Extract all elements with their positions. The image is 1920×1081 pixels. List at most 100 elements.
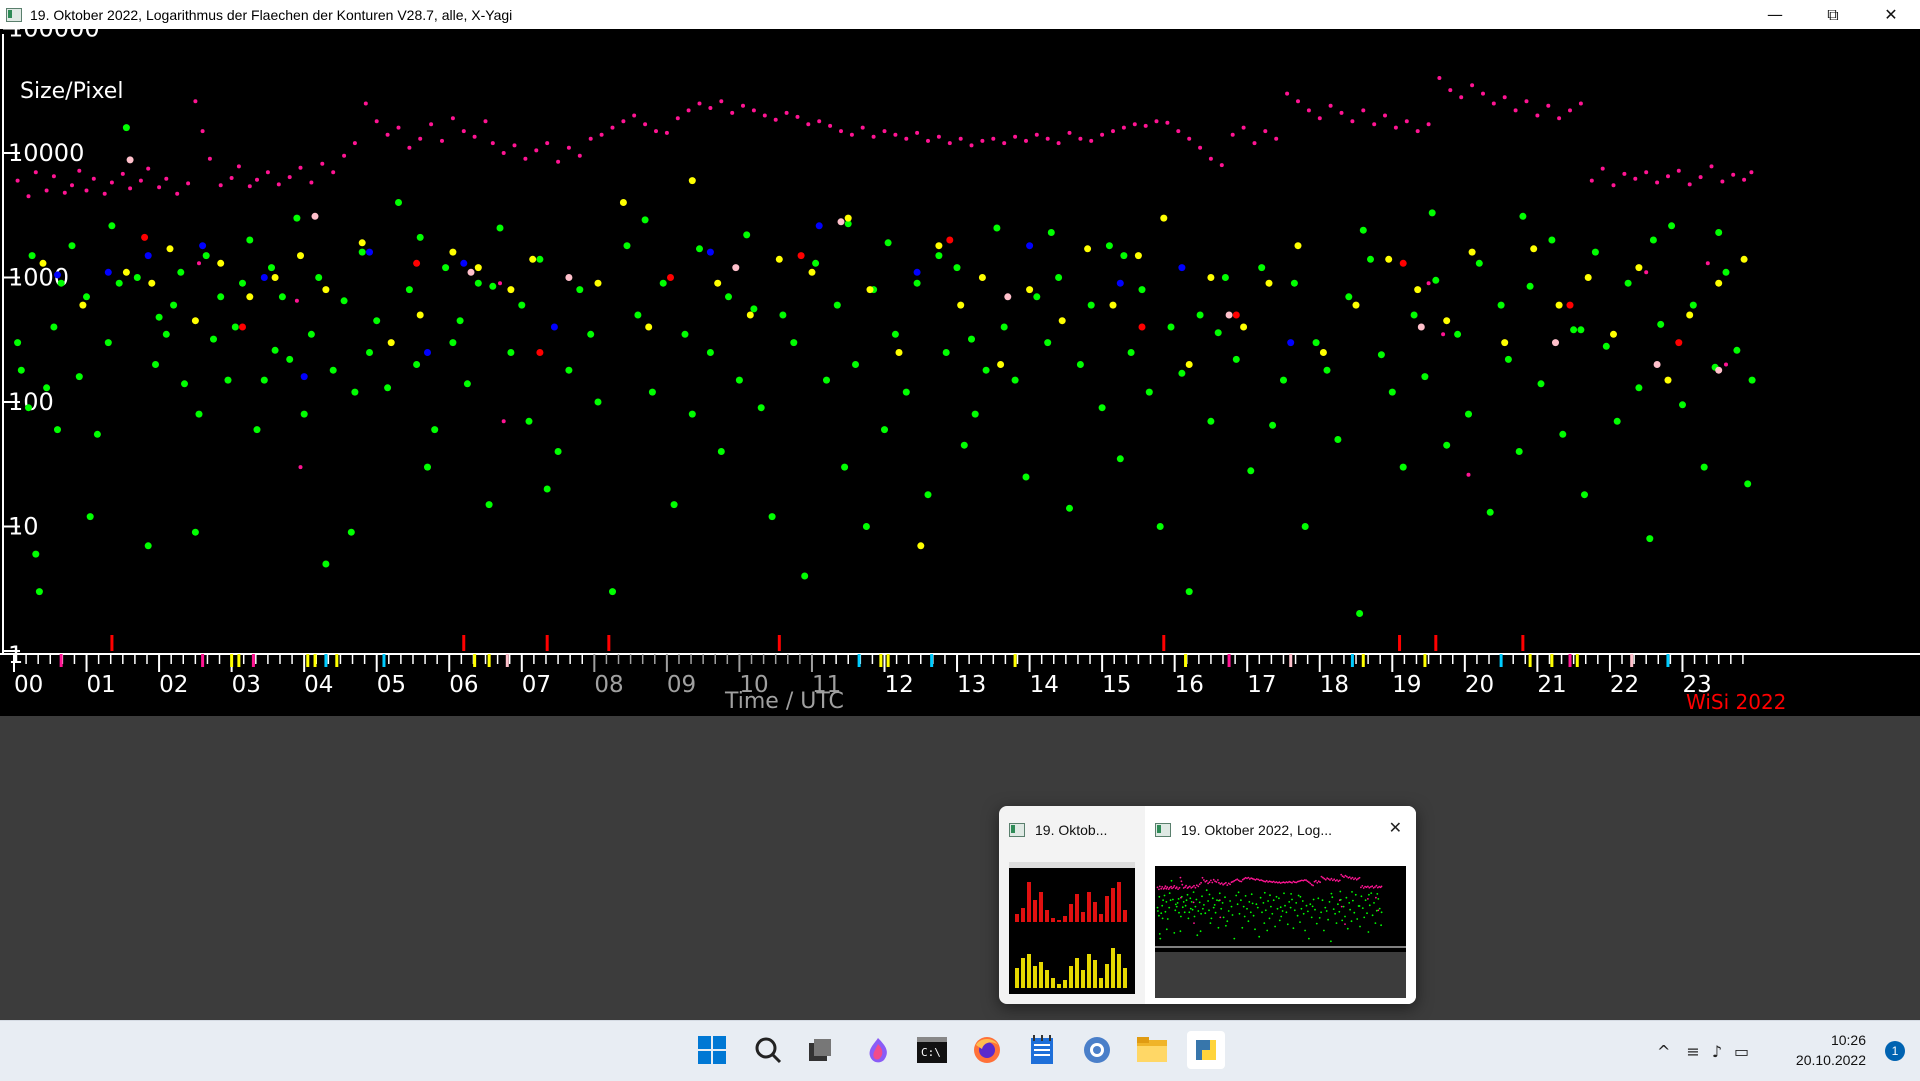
thumbnail-dot bbox=[1174, 903, 1177, 906]
thumbnail-dot bbox=[1236, 903, 1239, 906]
data-point-yellow bbox=[1468, 248, 1476, 256]
search-icon[interactable] bbox=[749, 1031, 787, 1069]
minimize-button[interactable]: — bbox=[1746, 0, 1804, 29]
thumbnail-dot bbox=[1162, 899, 1164, 902]
thumbnail-dot bbox=[1193, 884, 1195, 887]
data-point-green bbox=[993, 224, 1001, 232]
data-point-green bbox=[942, 349, 950, 356]
thumbnail-dot bbox=[1246, 907, 1248, 910]
terminal-icon[interactable]: C:\ bbox=[913, 1031, 951, 1069]
data-point-green bbox=[1221, 274, 1229, 281]
thumbnail-bar bbox=[1099, 978, 1103, 988]
data-point-magenta bbox=[926, 138, 930, 143]
data-point-red bbox=[797, 252, 805, 260]
thumbnail-dot bbox=[1276, 907, 1279, 910]
data-point-magenta bbox=[1230, 132, 1235, 137]
volume-icon[interactable]: ♪ bbox=[1712, 1042, 1722, 1061]
data-point-green bbox=[623, 242, 631, 250]
preview-window-2[interactable]: 19. Oktober 2022, Log... ✕ bbox=[1145, 806, 1416, 1004]
data-point-green bbox=[322, 560, 330, 568]
data-point-green bbox=[1138, 286, 1146, 294]
data-point-magenta bbox=[15, 178, 20, 183]
data-point-green bbox=[1196, 311, 1204, 319]
data-point-green bbox=[170, 301, 178, 309]
thumbnail-dot bbox=[1158, 895, 1161, 898]
data-point-green bbox=[1098, 404, 1106, 412]
close-button[interactable]: ✕ bbox=[1862, 0, 1920, 29]
thumbnail-dot bbox=[1217, 926, 1220, 929]
data-point-green bbox=[1689, 301, 1697, 309]
data-point-green bbox=[286, 355, 294, 363]
thumbnail-dot bbox=[1261, 911, 1263, 914]
data-point-magenta bbox=[1705, 261, 1710, 266]
thumbnail-dot bbox=[1169, 899, 1172, 902]
thumbnail-dot bbox=[1158, 914, 1160, 917]
chevron-up-icon[interactable]: ^ bbox=[1657, 1042, 1670, 1061]
start-icon[interactable] bbox=[693, 1031, 731, 1069]
data-point-magenta bbox=[1448, 88, 1453, 93]
data-point-magenta bbox=[385, 132, 390, 137]
thumbnail-dot bbox=[1156, 886, 1159, 889]
thumbnail-dot bbox=[1320, 911, 1322, 914]
data-point-green bbox=[122, 124, 130, 132]
x-tick-label: 17 bbox=[1247, 672, 1276, 698]
preview-window-1[interactable]: 19. Oktob... bbox=[999, 806, 1145, 1004]
firefox-icon[interactable] bbox=[968, 1031, 1006, 1069]
thumbnail-dot bbox=[1350, 877, 1352, 880]
x-tick-label: 20 bbox=[1465, 672, 1494, 698]
data-point-green bbox=[902, 388, 910, 396]
data-point-magenta bbox=[33, 170, 38, 175]
notepad-icon[interactable] bbox=[1023, 1031, 1061, 1069]
data-point-yellow bbox=[1715, 279, 1723, 287]
data-point-green bbox=[953, 264, 961, 272]
clock[interactable]: 10:26 20.10.2022 bbox=[1796, 1030, 1866, 1070]
thumbnail-bar bbox=[1057, 984, 1061, 988]
data-point-green bbox=[239, 279, 246, 287]
data-point-green bbox=[1269, 421, 1277, 429]
thumbnail-bar bbox=[1075, 894, 1079, 922]
thumbnail-dot bbox=[1289, 906, 1292, 909]
data-point-magenta bbox=[1252, 141, 1257, 146]
battery-icon[interactable]: ▭ bbox=[1734, 1042, 1749, 1061]
copilot-icon[interactable] bbox=[859, 1031, 897, 1069]
data-point-magenta bbox=[265, 170, 270, 175]
thumbnail-dot bbox=[1172, 886, 1175, 889]
data-point-magenta bbox=[374, 119, 379, 124]
data-point-magenta bbox=[1219, 163, 1224, 168]
y-tick-label: 1 bbox=[8, 641, 23, 669]
data-point-green bbox=[162, 330, 170, 338]
wifi-icon[interactable]: ≡ bbox=[1686, 1042, 1699, 1061]
data-point-magenta bbox=[193, 99, 198, 104]
data-point-green bbox=[416, 233, 424, 241]
thumbnail-dot bbox=[1293, 909, 1296, 912]
data-point-magenta bbox=[1372, 122, 1377, 127]
data-point-blue bbox=[144, 252, 152, 260]
data-point-magenta bbox=[309, 180, 314, 185]
thumbnail-dot bbox=[1281, 910, 1284, 912]
notification-badge[interactable]: 1 bbox=[1885, 1041, 1905, 1061]
task-view-icon[interactable] bbox=[801, 1031, 839, 1069]
data-point-green bbox=[1497, 301, 1505, 309]
data-point-magenta bbox=[440, 138, 444, 143]
preview-close-button[interactable]: ✕ bbox=[1389, 818, 1402, 837]
data-point-magenta bbox=[1578, 101, 1583, 106]
thumbnail-dot bbox=[1178, 911, 1180, 914]
thumbnail-dot bbox=[1243, 915, 1246, 918]
data-point-green bbox=[1120, 252, 1128, 260]
browser-icon[interactable] bbox=[1078, 1031, 1116, 1069]
data-point-magenta bbox=[352, 141, 357, 146]
data-point-green bbox=[329, 366, 337, 374]
file-explorer-icon[interactable] bbox=[1133, 1031, 1171, 1069]
thumbnail-dot bbox=[1200, 881, 1202, 884]
data-point-magenta bbox=[1415, 129, 1420, 134]
data-point-pink bbox=[126, 156, 134, 164]
thumbnail-dot bbox=[1210, 917, 1213, 920]
data-point-magenta bbox=[621, 119, 626, 124]
data-point-green bbox=[1454, 330, 1462, 338]
data-point-yellow bbox=[217, 259, 225, 267]
thumbnail-dot bbox=[1274, 925, 1276, 928]
thumbnail-dot bbox=[1371, 914, 1374, 917]
python-icon[interactable] bbox=[1187, 1031, 1225, 1069]
data-point-magenta bbox=[44, 188, 49, 193]
maximize-button[interactable]: ⧉ bbox=[1804, 0, 1862, 29]
